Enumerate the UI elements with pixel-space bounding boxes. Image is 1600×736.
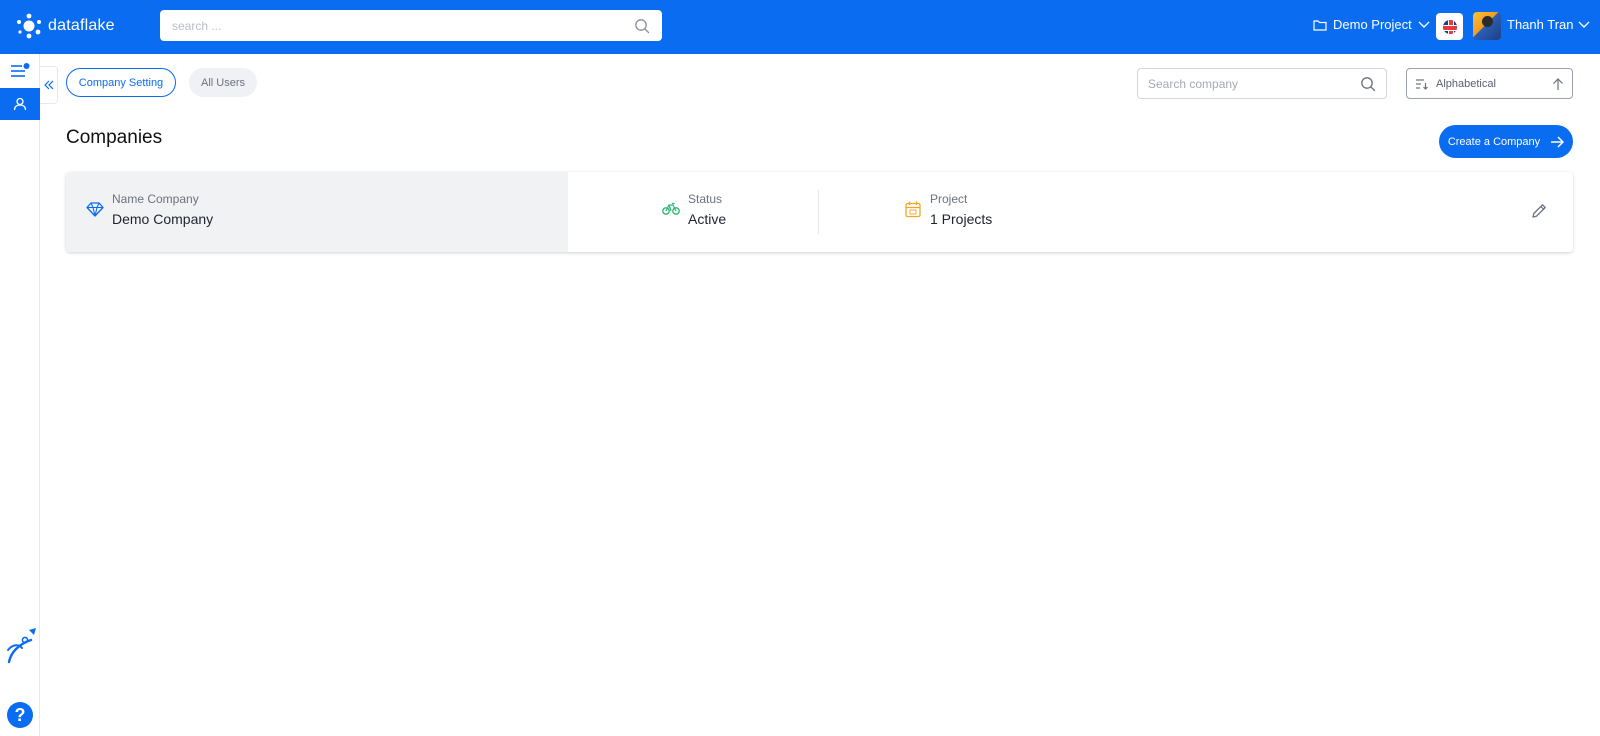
diamond-icon — [86, 202, 104, 217]
page-title: Companies — [66, 127, 163, 148]
arrow-right-icon — [1551, 135, 1565, 148]
create-company-button[interactable]: Create a Company — [1439, 125, 1573, 158]
avatar[interactable] — [1473, 12, 1501, 40]
global-search-input[interactable] — [172, 18, 634, 33]
top-bar: dataflake Demo Project Thanh Tran — [0, 0, 1600, 54]
global-search[interactable] — [160, 10, 662, 41]
card-divider — [818, 190, 819, 234]
company-search-input[interactable] — [1148, 76, 1360, 91]
sort-label: Alphabetical — [1436, 77, 1496, 90]
rail-item-users[interactable] — [0, 88, 40, 120]
status-label: Status — [688, 192, 723, 206]
company-project-cell: Project 1 Projects — [904, 192, 992, 227]
calendar-icon — [905, 201, 921, 218]
tab-all-users[interactable]: All Users — [189, 68, 257, 97]
language-selector[interactable] — [1436, 13, 1463, 40]
left-rail: ? — [0, 54, 40, 736]
company-card[interactable]: Name Company Demo Company Status Active … — [66, 172, 1573, 252]
user-name: Thanh Tran — [1507, 17, 1574, 32]
project-label: Project — [930, 192, 968, 206]
folder-icon — [1313, 19, 1327, 31]
tab-company-setting[interactable]: Company Setting — [66, 68, 176, 97]
company-status-cell: Status Active — [662, 192, 726, 227]
brand-logo[interactable]: dataflake — [16, 13, 115, 39]
rocket-icon[interactable] — [5, 626, 37, 666]
company-search[interactable] — [1137, 68, 1387, 99]
project-count: 1 Projects — [930, 211, 993, 227]
user-menu[interactable]: Thanh Tran — [1507, 17, 1590, 32]
company-name-cell: Name Company Demo Company — [86, 192, 213, 227]
search-icon[interactable] — [634, 18, 650, 34]
create-company-label: Create a Company — [1447, 135, 1541, 148]
project-name: Demo Project — [1333, 17, 1412, 32]
project-selector[interactable]: Demo Project — [1313, 17, 1430, 32]
status-badge: Active — [688, 211, 727, 227]
sort-icon — [1416, 78, 1428, 90]
search-icon[interactable] — [1360, 76, 1376, 92]
company-name: Demo Company — [112, 211, 214, 227]
collapse-sidebar-button[interactable] — [40, 66, 58, 104]
chevron-down-icon — [1418, 21, 1430, 28]
user-icon — [13, 97, 27, 111]
bicycle-icon — [662, 202, 680, 215]
chevron-down-icon — [1578, 21, 1589, 28]
company-name-label: Name Company — [112, 192, 199, 206]
menu-icon[interactable] — [10, 62, 30, 80]
pencil-icon[interactable] — [1530, 202, 1548, 220]
sort-select[interactable]: Alphabetical — [1406, 68, 1573, 99]
double-chevron-left-icon — [43, 80, 53, 90]
arrow-up-icon[interactable] — [1552, 77, 1564, 91]
molecule-logo-icon — [17, 13, 41, 39]
help-icon[interactable]: ? — [7, 702, 33, 728]
brand-name: dataflake — [48, 17, 115, 34]
uk-flag-icon — [1442, 19, 1457, 34]
